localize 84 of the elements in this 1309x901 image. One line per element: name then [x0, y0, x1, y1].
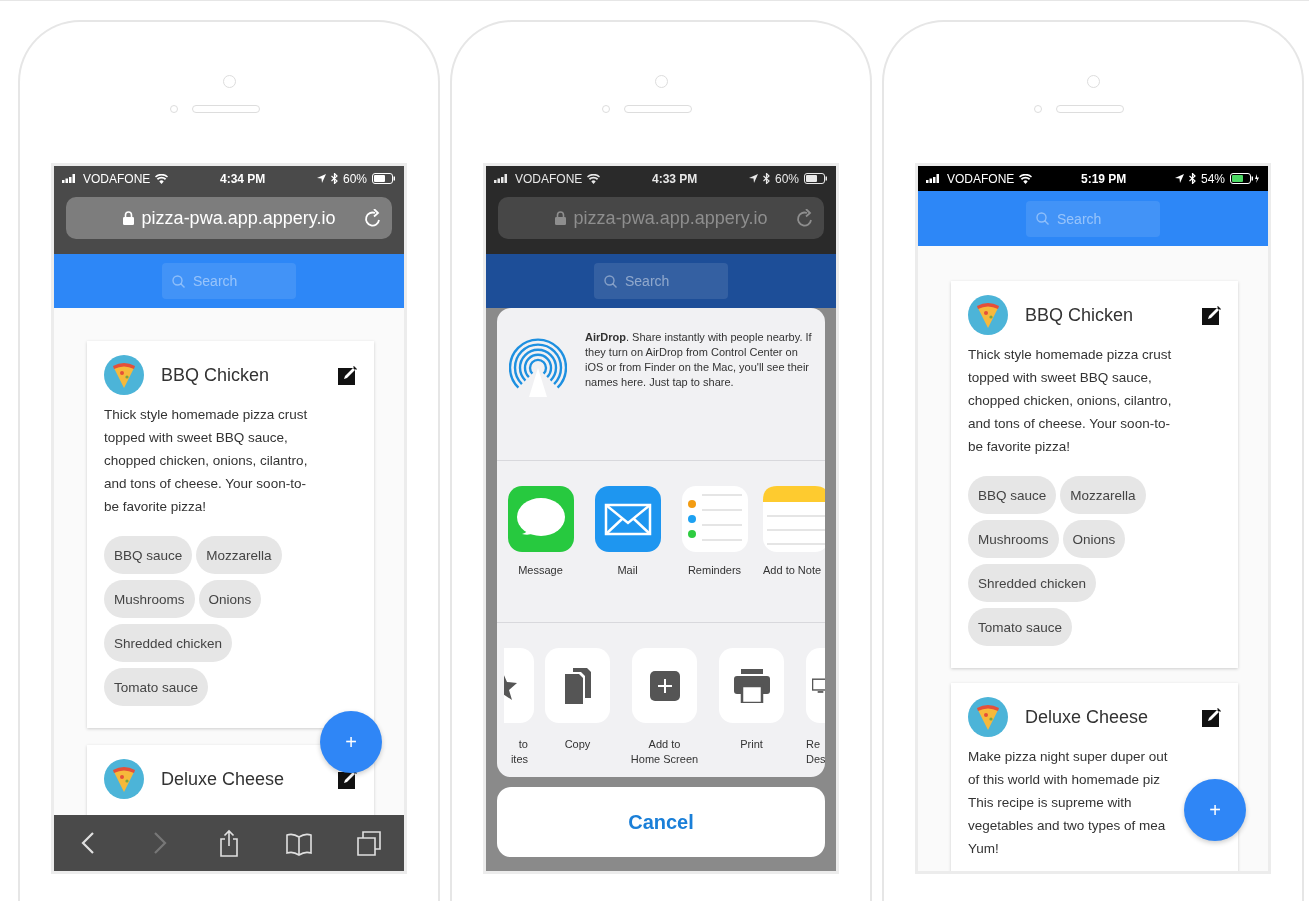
- share-target-label[interactable]: Mail: [617, 564, 638, 576]
- pizza-avatar-icon: [104, 355, 144, 395]
- ingredient-chip: Onions: [198, 580, 262, 618]
- share-action-label[interactable]: Copy: [564, 737, 591, 752]
- edit-icon[interactable]: [338, 365, 357, 385]
- pizza-avatar-icon: [968, 295, 1008, 335]
- reload-icon[interactable]: [364, 208, 382, 228]
- airdrop-description: AirDrop. Share instantly with people nearby. If they turn on AirDrop from Control Center on iOS or from Finder on the Mac, you'll see their names here. Just tap to share.: [585, 330, 813, 390]
- ingredient-chip: Mozzarella: [1060, 476, 1146, 514]
- ingredient-chip: BBQ sauce: [968, 476, 1057, 514]
- mail-app-icon[interactable]: [594, 486, 661, 552]
- search-input[interactable]: Search: [193, 273, 283, 289]
- reload-icon[interactable]: [796, 208, 814, 228]
- action-tile[interactable]: [719, 648, 784, 723]
- recipe-title: BBQ Chicken: [1025, 304, 1134, 326]
- action-tile[interactable]: [545, 648, 610, 723]
- signal-icon: [926, 174, 942, 183]
- search-input[interactable]: Search: [1057, 210, 1147, 227]
- signal-icon: [62, 174, 78, 183]
- plus-icon: [649, 670, 680, 701]
- status-time: 4:34 PM: [219, 171, 266, 186]
- action-tile[interactable]: [806, 648, 825, 723]
- signal-icon: [494, 174, 510, 183]
- location-arrow-icon: [1174, 174, 1184, 183]
- bluetooth-icon: [762, 173, 770, 184]
- printer-icon: [733, 668, 770, 703]
- ingredient-chip: Onions: [1062, 520, 1126, 558]
- recipe-title: Deluxe Cheese: [1025, 706, 1149, 728]
- carrier-name: VODAFONE: [947, 171, 1015, 186]
- recipe-title: Deluxe Cheese: [161, 768, 285, 790]
- recipe-title: BBQ Chicken: [161, 364, 270, 386]
- lock-icon: [122, 211, 134, 225]
- search-bar[interactable]: Search: [162, 263, 296, 299]
- status-time: 4:33 PM: [651, 171, 698, 186]
- wifi-icon: [1019, 173, 1033, 184]
- airdrop-icon[interactable]: [509, 338, 567, 398]
- edit-icon[interactable]: [1202, 305, 1221, 325]
- ingredient-chip: Mushrooms: [968, 520, 1059, 558]
- copy-icon: [564, 667, 591, 704]
- ingredient-chip: Tomato sauce: [968, 608, 1073, 646]
- recipe-description: Make pizza night super duper out of this world with homemade piz This recipe is supreme with vegetables and two types of mea Yum!: [968, 748, 1168, 858]
- share-action-label[interactable]: Print: [740, 737, 763, 752]
- share-action-label[interactable]: to ites: [510, 737, 534, 767]
- battery-percent: 60%: [774, 171, 799, 186]
- location-arrow-icon: [316, 174, 326, 183]
- share-target-label[interactable]: Reminders: [687, 564, 742, 576]
- share-action-label[interactable]: Re Des: [806, 737, 825, 767]
- ingredient-chip: Mozzarella: [196, 536, 282, 574]
- search-icon: [604, 274, 617, 288]
- ingredient-chip: Tomato sauce: [104, 668, 209, 706]
- recipe-description: Thick style homemade pizza crust topped with sweet BBQ sauce, chopped chicken, onions, cilantro, and tons of cheese. Your soon-to- be favorite pizza!: [104, 406, 308, 516]
- battery-percent: 54%: [1200, 171, 1225, 186]
- location-arrow-icon: [748, 174, 758, 183]
- share-target-label[interactable]: Add to Note: [763, 564, 822, 576]
- search-bar[interactable]: Search: [594, 263, 728, 299]
- wifi-icon: [587, 173, 601, 184]
- lock-icon: [554, 211, 566, 225]
- pizza-avatar-icon: [968, 697, 1008, 737]
- ingredient-chip: Shredded chicken: [968, 564, 1097, 602]
- share-target-label[interactable]: Message: [518, 564, 563, 576]
- address-bar[interactable]: pizza-pwa.app.appery.io: [66, 197, 392, 239]
- ingredient-chip: Shredded chicken: [104, 624, 233, 662]
- tabs-icon[interactable]: [356, 829, 382, 857]
- search-bar[interactable]: Search: [1026, 200, 1160, 237]
- edit-icon[interactable]: [338, 769, 357, 789]
- action-tile[interactable]: [632, 648, 697, 723]
- pizza-avatar-icon: [104, 759, 144, 799]
- bluetooth-icon: [1188, 173, 1196, 184]
- search-icon: [1036, 212, 1049, 225]
- wifi-icon: [155, 173, 169, 184]
- search-input[interactable]: Search: [625, 273, 715, 289]
- recipe-description: Thick style homemade pizza crust topped with sweet BBQ sauce, chopped chicken, onions, cilantro, and tons of cheese. Your soon-to- be favorite pizza!: [968, 346, 1172, 456]
- ingredient-chip: BBQ sauce: [104, 536, 193, 574]
- bluetooth-icon: [330, 173, 338, 184]
- edit-icon[interactable]: [1202, 707, 1221, 727]
- carrier-name: VODAFONE: [83, 171, 151, 186]
- status-time: 5:19 PM: [1080, 171, 1127, 186]
- cancel-button[interactable]: Cancel: [497, 787, 825, 857]
- carrier-name: VODAFONE: [515, 171, 583, 186]
- action-tile[interactable]: [504, 648, 534, 723]
- ingredient-chip: Mushrooms: [104, 580, 195, 618]
- battery-percent: 60%: [342, 171, 367, 186]
- share-action-label[interactable]: Add to Home Screen: [630, 737, 699, 767]
- search-icon: [172, 274, 185, 288]
